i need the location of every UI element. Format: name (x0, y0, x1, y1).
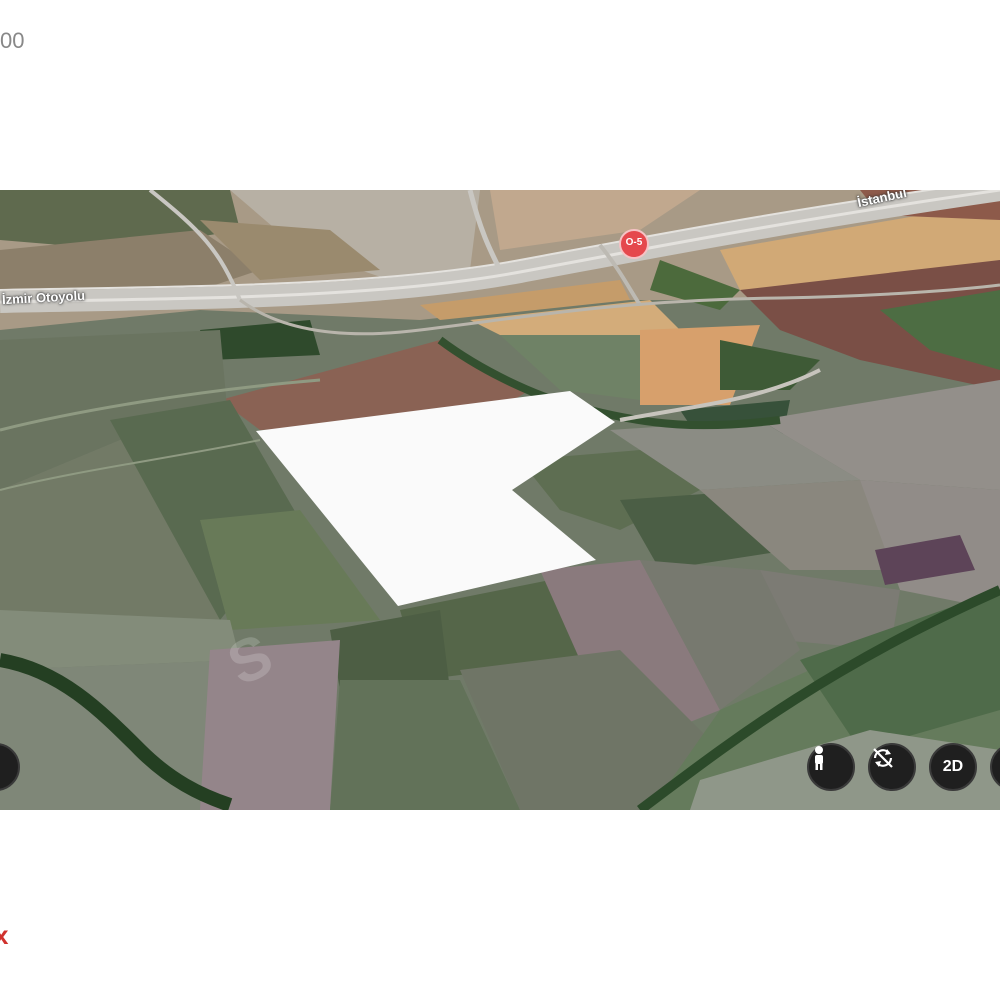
highway-marker[interactable]: O-5 (619, 229, 649, 261)
rotate-button[interactable] (868, 743, 916, 791)
street-view-button[interactable] (807, 743, 855, 791)
rotate-icon (873, 748, 893, 768)
view-mode-label: 2D (942, 758, 964, 775)
page-top-left-text: 00 (0, 28, 25, 53)
person-icon (815, 746, 823, 770)
view-mode-2d-button[interactable]: 2D (929, 743, 977, 791)
page-bottom-left-mark: x (0, 920, 9, 950)
highway-marker-label: O-5 (625, 237, 643, 248)
satellite-map[interactable]: S İzmir Otoyolu İstanbul O-5 2D (0, 190, 1000, 810)
satellite-imagery (0, 190, 1000, 810)
